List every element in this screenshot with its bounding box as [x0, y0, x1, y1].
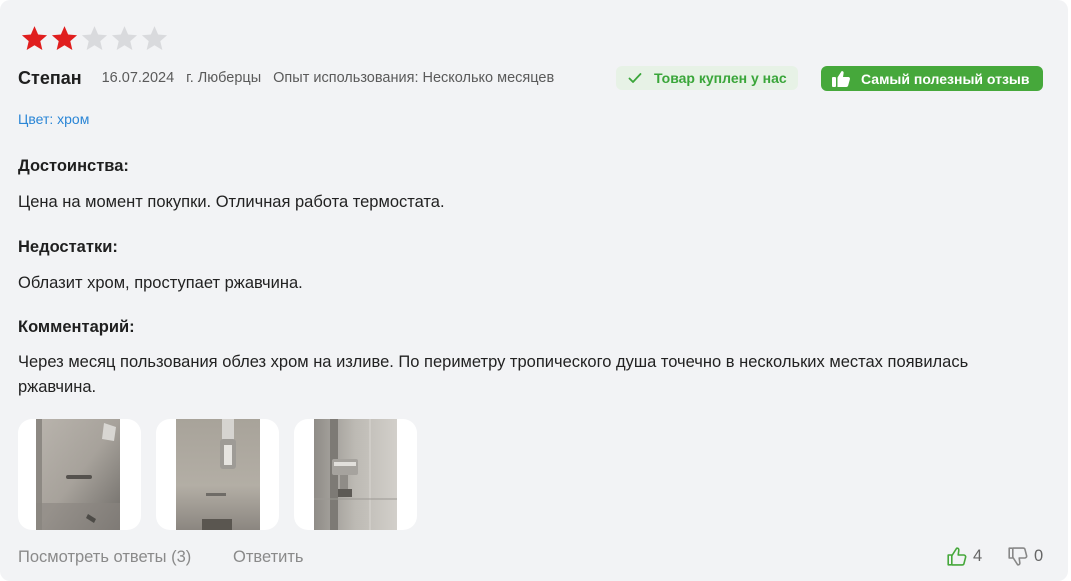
cons-text: Облазит хром, проступает ржавчина.	[18, 274, 303, 292]
author-name: Степан	[18, 67, 82, 88]
dislike-count: 0	[1034, 547, 1044, 565]
usage-experience: Опыт использования: Несколько месяцев	[273, 70, 555, 86]
thumbs-up-outline-icon	[947, 547, 967, 566]
review-photo-2[interactable]	[156, 419, 279, 530]
like-count: 4	[973, 547, 983, 565]
photo-thumbnail	[314, 419, 397, 530]
photo-gallery	[18, 419, 417, 530]
pros-text: Цена на момент покупки. Отличная работа …	[18, 193, 445, 211]
review-card: Степан 16.07.2024 г. Люберцы Опыт исполь…	[0, 0, 1068, 581]
review-meta: Степан 16.07.2024 г. Люберцы Опыт исполь…	[18, 66, 566, 90]
pros-heading: Достоинства:	[18, 157, 129, 175]
like-button[interactable]: 4	[947, 547, 982, 566]
star-icon	[141, 26, 168, 50]
most-useful-label: Самый полезный отзыв	[861, 70, 1030, 87]
cons-heading: Недостатки:	[18, 238, 118, 256]
view-replies-link[interactable]: Посмотреть ответы (3)	[18, 548, 191, 567]
thumbs-up-icon	[832, 70, 850, 87]
review-photo-3[interactable]	[294, 419, 417, 530]
check-icon	[628, 73, 642, 83]
star-icon	[111, 26, 138, 50]
reply-link[interactable]: Ответить	[233, 548, 304, 567]
star-icon	[81, 26, 108, 50]
bought-badge-label: Товар куплен у нас	[654, 70, 787, 86]
review-photo-1[interactable]	[18, 419, 141, 530]
thumbs-down-outline-icon	[1008, 547, 1028, 566]
photo-thumbnail	[176, 419, 260, 530]
review-city: г. Люберцы	[186, 70, 262, 86]
comment-text: Через месяц пользования облез хром на из…	[18, 353, 969, 396]
review-date: 16.07.2024	[101, 70, 175, 86]
star-icon	[51, 26, 78, 50]
product-color: Цвет: хром	[18, 111, 90, 127]
rating-stars	[20, 24, 169, 53]
most-useful-badge: Самый полезный отзыв	[821, 66, 1043, 91]
dislike-button[interactable]: 0	[1008, 547, 1043, 566]
bought-badge: Товар куплен у нас	[616, 66, 798, 90]
star-icon	[21, 26, 48, 50]
photo-thumbnail	[36, 419, 120, 530]
comment-heading: Комментарий:	[18, 318, 135, 336]
